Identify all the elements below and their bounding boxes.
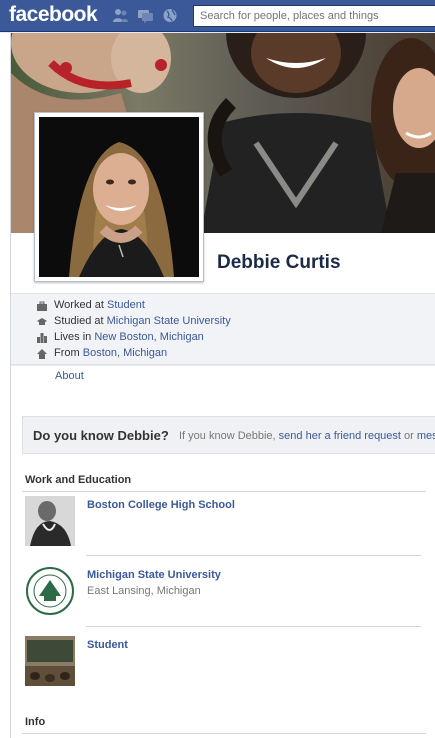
notifications-globe-icon[interactable] [162,8,179,23]
message-link[interactable]: mes [417,430,435,442]
home-icon [37,349,47,359]
info-lives-prefix: Lives in [54,331,95,343]
messages-icon[interactable] [137,8,154,23]
top-navigation-bar: facebook [0,0,435,32]
search-input[interactable] [193,5,435,27]
info-studied-link[interactable]: Michigan State University [107,315,231,327]
divider [22,733,426,734]
city-icon [37,333,47,343]
info-from-link[interactable]: Boston, Michigan [83,347,167,359]
briefcase-icon [37,301,47,311]
profile-name[interactable]: Debbie Curtis [217,252,341,274]
work-education-title: Work and Education [25,474,132,486]
do-you-know-subtext: If you know Debbie, send her a friend re… [179,430,435,442]
school-thumbnail[interactable] [25,496,75,546]
info-section-title: Info [25,716,46,728]
graduation-cap-icon [37,317,47,327]
do-you-know-question: Do you know Debbie? [33,428,169,443]
info-from-prefix: From [54,347,83,359]
profile-picture[interactable] [34,112,204,282]
friends-icon[interactable] [112,8,129,23]
divider [86,555,421,556]
university-seal-thumbnail[interactable] [25,566,75,616]
work-name-link[interactable]: Student [87,639,128,651]
work-item[interactable]: Student [25,636,425,688]
education-name-link[interactable]: Michigan State University [87,569,221,581]
left-gutter [0,33,11,738]
divider [22,491,426,492]
education-item[interactable]: Boston College High School [25,496,425,548]
education-name-link[interactable]: Boston College High School [87,499,235,511]
facebook-logo[interactable]: facebook [9,3,98,27]
do-you-know-prefix: If you know Debbie, [179,430,279,442]
work-thumbnail[interactable] [25,636,75,686]
info-studied-prefix: Studied at [54,315,107,327]
do-you-know-box: Do you know Debbie? If you know Debbie, … [22,416,435,454]
education-item[interactable]: Michigan State University East Lansing, … [25,566,425,618]
info-lives-link[interactable]: New Boston, Michigan [94,331,203,343]
info-worked-link[interactable]: Student [107,299,145,311]
education-location: East Lansing, Michigan [87,585,201,597]
about-tab[interactable]: About [55,370,84,382]
info-worked-prefix: Worked at [54,299,107,311]
send-friend-request-link[interactable]: send her a friend request [279,430,401,442]
do-you-know-or: or [400,430,417,442]
divider [86,626,421,627]
